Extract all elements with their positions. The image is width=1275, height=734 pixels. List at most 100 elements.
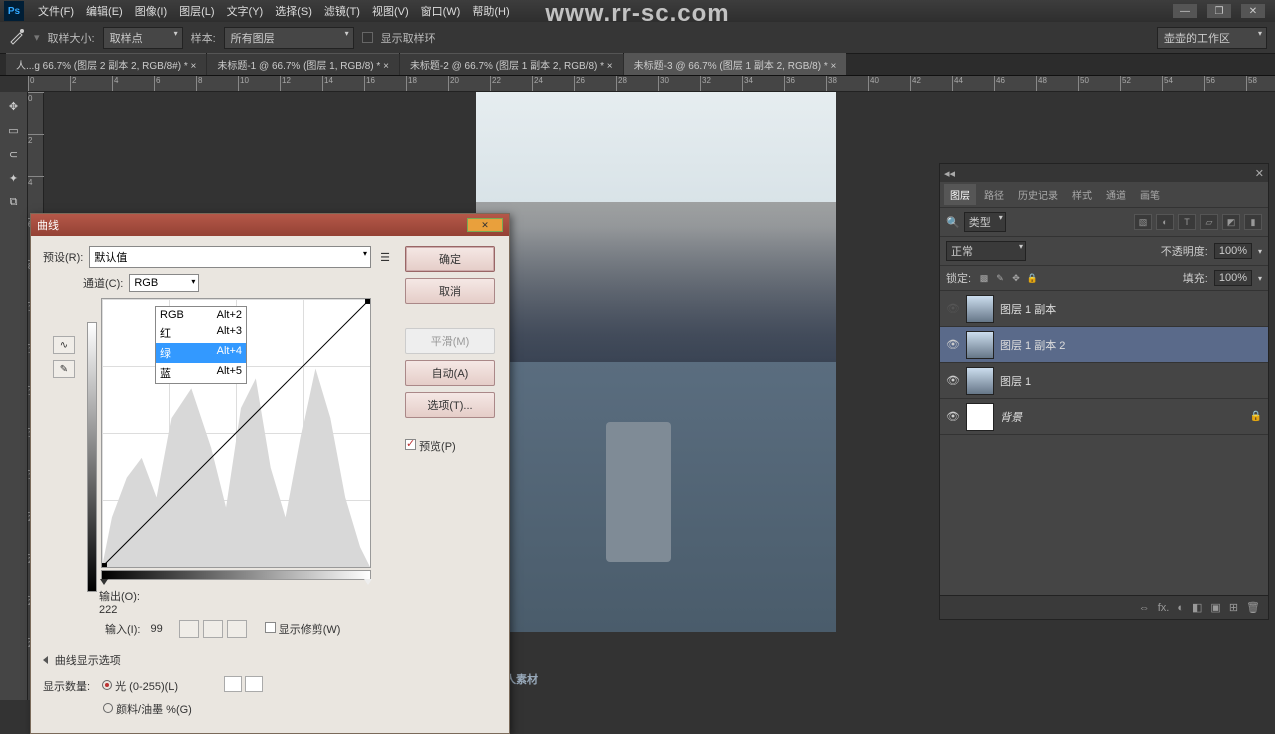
wand-tool[interactable]: ✦ (2, 167, 26, 189)
panel-footer-button[interactable]: ◐ (1177, 602, 1184, 614)
dialog-close-button[interactable]: ✕ (467, 218, 503, 232)
layer-thumbnail[interactable] (966, 403, 994, 431)
curve-pencil-tool[interactable]: ✎ (53, 360, 75, 378)
filter-type-dropdown[interactable]: 类型 (964, 212, 1006, 232)
white-point-slider[interactable] (364, 579, 372, 585)
expand-icon[interactable] (43, 656, 48, 664)
panel-tab[interactable]: 图层 (944, 184, 976, 205)
black-eyedropper[interactable] (179, 620, 199, 638)
menu-item[interactable]: 滤镜(T) (318, 3, 366, 19)
panel-footer-button[interactable]: ⇔ (1139, 602, 1150, 614)
options-button[interactable]: 选项(T)... (405, 392, 495, 418)
document-tab[interactable]: 未标题-2 @ 66.7% (图层 1 副本 2, RGB/8) * × (400, 53, 623, 75)
smooth-button: 平滑(M) (405, 328, 495, 354)
close-button[interactable]: ✕ (1241, 4, 1265, 18)
grid-large-button[interactable] (245, 676, 263, 692)
sample-layers-dropdown[interactable]: 所有图层 (224, 27, 354, 49)
workspace-dropdown[interactable]: 壶壶的工作区 (1157, 27, 1267, 49)
preview-label: 预览(P) (419, 441, 456, 453)
black-point-slider[interactable] (100, 579, 108, 585)
panel-tab[interactable]: 画笔 (1134, 184, 1166, 205)
menu-item[interactable]: 选择(S) (269, 3, 318, 19)
filter-smart-icon[interactable]: ◩ (1222, 214, 1240, 230)
document-tab[interactable]: 未标题-1 @ 66.7% (图层 1, RGB/8) * × (207, 53, 399, 75)
layer-row[interactable]: 👁 图层 1 副本 2 (940, 327, 1268, 363)
filter-adjust-icon[interactable]: ◐ (1156, 214, 1174, 230)
dialog-titlebar[interactable]: 曲线 ✕ (31, 214, 509, 236)
gray-eyedropper[interactable] (203, 620, 223, 638)
lock-pixels-icon[interactable]: ✎ (993, 271, 1007, 285)
panel-tab[interactable]: 路径 (978, 184, 1010, 205)
preview-checkbox[interactable] (405, 439, 416, 450)
visibility-toggle[interactable]: 👁 (946, 374, 960, 387)
document-tab[interactable]: 未标题-3 @ 66.7% (图层 1 副本 2, RGB/8) * × (624, 53, 847, 75)
filter-type-icon[interactable]: T (1178, 214, 1196, 230)
document-canvas[interactable] (476, 92, 836, 632)
layer-thumbnail[interactable] (966, 331, 994, 359)
panel-footer-button[interactable]: fx. (1158, 602, 1170, 614)
channel-option[interactable]: 红Alt+3 (156, 323, 246, 343)
preset-dropdown[interactable]: 默认值 (89, 246, 371, 268)
layer-name[interactable]: 图层 1 副本 (1000, 301, 1056, 317)
filter-pixel-icon[interactable]: ▧ (1134, 214, 1152, 230)
menu-item[interactable]: 视图(V) (366, 3, 415, 19)
layer-row[interactable]: 👁背景🔒 (940, 399, 1268, 435)
sample-size-dropdown[interactable]: 取样点 (103, 27, 183, 49)
menu-item[interactable]: 帮助(H) (466, 3, 515, 19)
menu-item[interactable]: 文件(F) (32, 3, 80, 19)
lasso-tool[interactable]: ⊂ (2, 143, 26, 165)
opacity-value[interactable]: 100% (1214, 243, 1252, 259)
layer-name[interactable]: 图层 1 (1000, 373, 1031, 389)
layer-row[interactable]: 👁 图层 1 (940, 363, 1268, 399)
crop-tool[interactable]: ⧉ (2, 191, 26, 213)
show-clipping-checkbox[interactable] (265, 622, 276, 633)
auto-button[interactable]: 自动(A) (405, 360, 495, 386)
channel-option[interactable]: 绿Alt+4 (156, 343, 246, 363)
layer-thumbnail[interactable] (966, 295, 994, 323)
channel-dropdown[interactable]: RGB (129, 274, 199, 292)
channel-option[interactable]: RGBAlt+2 (156, 307, 246, 323)
blend-mode-dropdown[interactable]: 正常 (946, 241, 1026, 261)
minimize-button[interactable]: — (1173, 4, 1197, 18)
layer-thumbnail[interactable] (966, 367, 994, 395)
ok-button[interactable]: 确定 (405, 246, 495, 272)
panel-tab[interactable]: 通道 (1100, 184, 1132, 205)
panel-tab[interactable]: 历史记录 (1012, 184, 1064, 205)
pigment-radio[interactable] (103, 703, 113, 713)
menu-item[interactable]: 窗口(W) (415, 3, 467, 19)
menu-item[interactable]: 编辑(E) (80, 3, 129, 19)
layer-name[interactable]: 图层 1 副本 2 (1000, 337, 1065, 353)
document-tab[interactable]: 人...g 66.7% (图层 2 副本 2, RGB/8#) * × (6, 53, 206, 75)
panel-header[interactable]: ◂◂✕ (940, 164, 1268, 182)
grid-small-button[interactable] (224, 676, 242, 692)
panel-footer-button[interactable]: ▣ (1210, 601, 1220, 614)
panel-footer-button[interactable]: 🗑 (1246, 601, 1260, 614)
show-ring-checkbox[interactable] (362, 32, 373, 43)
visibility-toggle[interactable]: 👁 (946, 302, 960, 315)
fill-value[interactable]: 100% (1214, 270, 1252, 286)
visibility-toggle[interactable]: 👁 (946, 338, 960, 351)
menu-item[interactable]: 图像(I) (129, 3, 173, 19)
maximize-button[interactable]: ❐ (1207, 4, 1231, 18)
light-radio[interactable] (102, 680, 112, 690)
panel-tab[interactable]: 样式 (1066, 184, 1098, 205)
panel-footer-button[interactable]: ◧ (1192, 601, 1202, 614)
layer-name[interactable]: 背景 (1000, 409, 1022, 425)
layer-row[interactable]: 👁 图层 1 副本 (940, 291, 1268, 327)
menu-item[interactable]: 文字(Y) (221, 3, 270, 19)
curve-point-tool[interactable]: ∿ (53, 336, 75, 354)
search-icon: 🔍 (946, 216, 960, 229)
menu-item[interactable]: 图层(L) (173, 3, 220, 19)
visibility-toggle[interactable]: 👁 (946, 410, 960, 423)
cancel-button[interactable]: 取消 (405, 278, 495, 304)
lock-transparent-icon[interactable]: ▩ (977, 271, 991, 285)
lock-all-icon[interactable]: 🔒 (1025, 271, 1039, 285)
filter-toggle[interactable]: ▮ (1244, 214, 1262, 230)
marquee-tool[interactable]: ▭ (2, 119, 26, 141)
panel-footer-button[interactable]: ⊞ (1229, 601, 1238, 614)
filter-shape-icon[interactable]: ▱ (1200, 214, 1218, 230)
lock-position-icon[interactable]: ✥ (1009, 271, 1023, 285)
move-tool[interactable]: ✥ (2, 95, 26, 117)
white-eyedropper[interactable] (227, 620, 247, 638)
channel-option[interactable]: 蓝Alt+5 (156, 363, 246, 383)
